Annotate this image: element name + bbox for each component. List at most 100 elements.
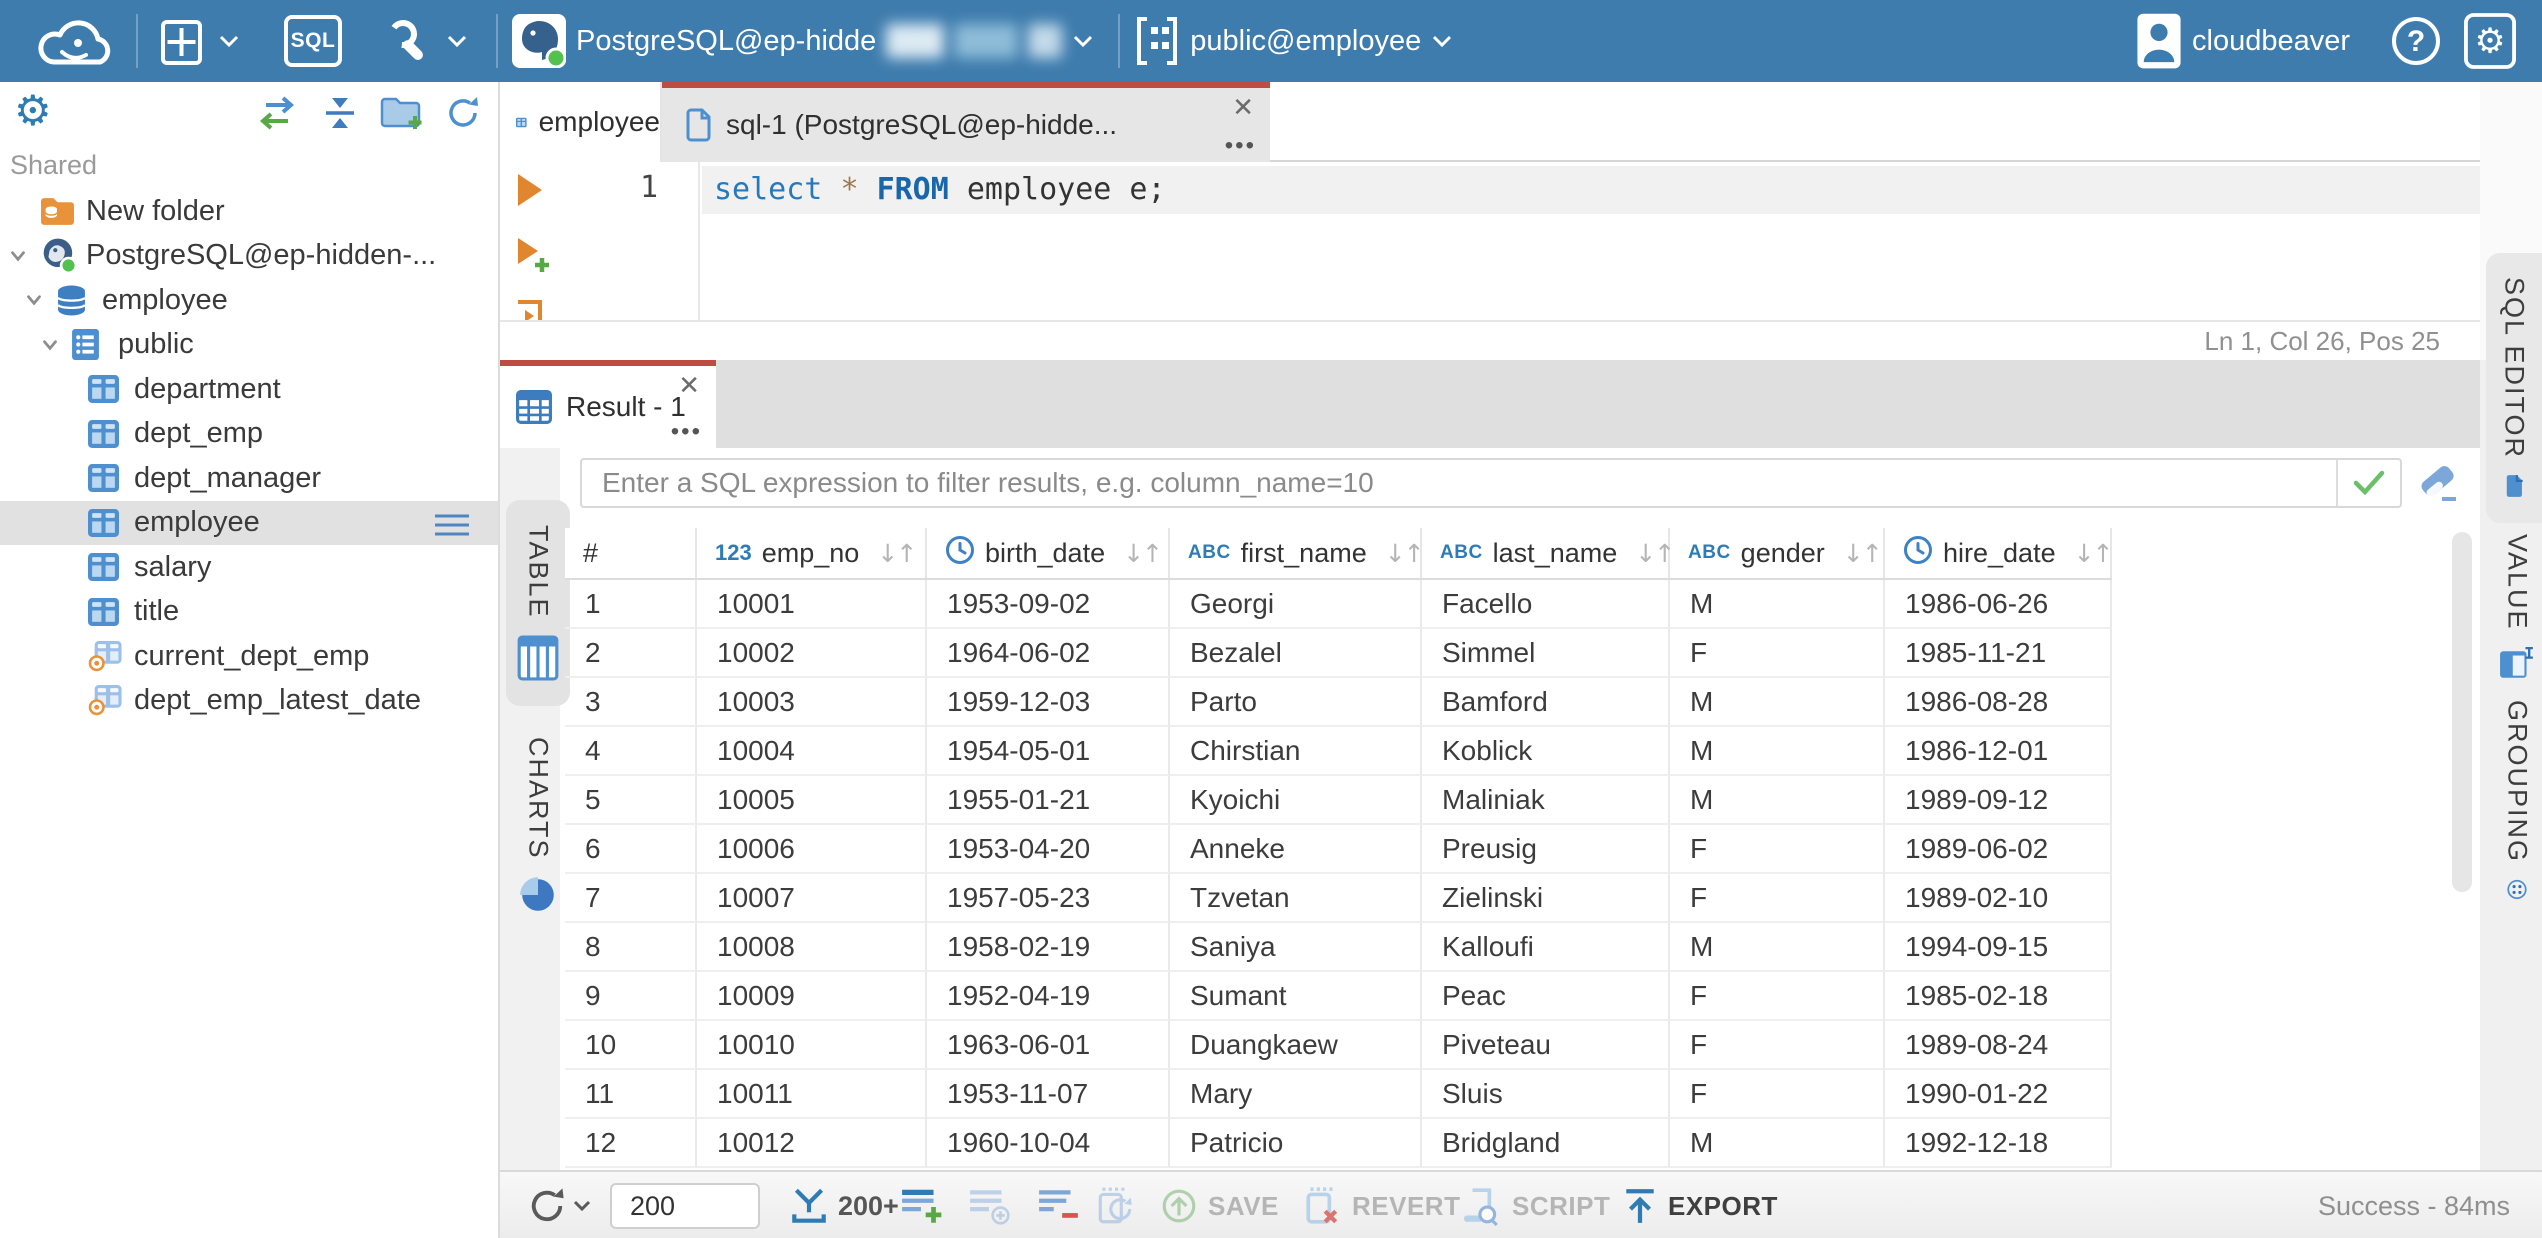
chevron-down-icon[interactable] [39, 334, 72, 356]
data-cell[interactable]: 1986-06-26 [1885, 580, 2112, 629]
tools-button[interactable] [382, 14, 468, 68]
data-cell[interactable]: 10010 [697, 1021, 927, 1070]
data-cell[interactable]: Preusig [1422, 825, 1670, 874]
data-cell[interactable]: Anneke [1170, 825, 1422, 874]
data-cell[interactable]: 1964-06-02 [927, 629, 1170, 678]
tree-item-title[interactable]: title [0, 590, 498, 635]
data-cell[interactable]: M [1670, 678, 1885, 727]
data-cell[interactable]: 1953-09-02 [927, 580, 1170, 629]
tab-employee[interactable]: employee [500, 82, 662, 162]
tree-item-employee[interactable]: employee [0, 500, 498, 546]
data-cell[interactable]: 1990-01-22 [1885, 1070, 2112, 1119]
tab-sql-editor-panel[interactable]: SQL EDITOR [2486, 253, 2542, 523]
sql-code-line[interactable]: select * FROM employee e; [714, 172, 1166, 207]
execute-in-new-tab-button[interactable] [514, 236, 554, 281]
sort-arrows-icon[interactable]: ↓↑ [1635, 539, 1675, 568]
revert-button[interactable]: REVERT [1302, 1172, 1460, 1238]
tab-grouping-panel[interactable]: GROUPING [2492, 700, 2542, 900]
data-cell[interactable]: M [1670, 776, 1885, 825]
open-sql-editor-button[interactable]: SQL [284, 15, 342, 67]
data-cell[interactable]: Peac [1422, 972, 1670, 1021]
tree-item-new-folder[interactable]: New folder [0, 189, 498, 234]
data-cell[interactable]: 1989-02-10 [1885, 874, 2112, 923]
tab-menu-icon[interactable]: ••• [1225, 132, 1256, 160]
sort-arrows-icon[interactable]: ↓↑ [1123, 539, 1163, 568]
data-cell[interactable]: F [1670, 1070, 1885, 1119]
data-cell[interactable]: M [1670, 923, 1885, 972]
data-cell[interactable]: F [1670, 874, 1885, 923]
data-cell[interactable]: Patricio [1170, 1119, 1422, 1168]
filter-input[interactable] [582, 460, 2334, 506]
data-cell[interactable]: Sluis [1422, 1070, 1670, 1119]
data-cell[interactable]: 1952-04-19 [927, 972, 1170, 1021]
tree-item-dept-emp-latest-date[interactable]: dept_emp_latest_date [0, 679, 498, 724]
data-cell[interactable]: Facello [1422, 580, 1670, 629]
data-cell[interactable]: Saniya [1170, 923, 1422, 972]
data-cell[interactable]: 1953-04-20 [927, 825, 1170, 874]
tab-table-view[interactable]: TABLE [506, 500, 570, 706]
help-button[interactable]: ? [2390, 15, 2442, 67]
tab-charts-view[interactable]: CHARTS [506, 726, 570, 926]
data-cell[interactable]: Sumant [1170, 972, 1422, 1021]
refresh-document-button[interactable] [1094, 1172, 1136, 1238]
execute-query-button[interactable] [514, 172, 544, 213]
data-cell[interactable]: Koblick [1422, 727, 1670, 776]
add-row-button[interactable] [900, 1172, 944, 1238]
tree-item-salary[interactable]: salary [0, 545, 498, 590]
data-cell[interactable]: Kyoichi [1170, 776, 1422, 825]
data-cell[interactable]: 10007 [697, 874, 927, 923]
clear-filter-button[interactable] [2416, 462, 2464, 511]
data-cell[interactable]: Kalloufi [1422, 923, 1670, 972]
tree-item-employee[interactable]: employee [0, 278, 498, 323]
data-cell[interactable]: Bamford [1422, 678, 1670, 727]
data-cell[interactable]: Simmel [1422, 629, 1670, 678]
data-cell[interactable]: 1954-05-01 [927, 727, 1170, 776]
data-cell[interactable]: 1985-02-18 [1885, 972, 2112, 1021]
chevron-down-icon[interactable] [7, 245, 40, 267]
tab-menu-icon[interactable]: ••• [671, 418, 702, 446]
data-cell[interactable]: 1989-08-24 [1885, 1021, 2112, 1070]
data-cell[interactable]: 10011 [697, 1070, 927, 1119]
data-cell[interactable]: 10004 [697, 727, 927, 776]
export-button[interactable]: EXPORT [1622, 1172, 1778, 1238]
data-cell[interactable]: 10008 [697, 923, 927, 972]
close-icon[interactable]: ✕ [678, 370, 700, 401]
data-cell[interactable]: Maliniak [1422, 776, 1670, 825]
data-cell[interactable]: Mary [1170, 1070, 1422, 1119]
apply-filter-button[interactable] [2336, 460, 2400, 506]
data-cell[interactable]: 10012 [697, 1119, 927, 1168]
column-header-last_name[interactable]: ABC last_name ↓↑ [1422, 528, 1675, 578]
tab-sql-editor[interactable]: sql-1 (PostgreSQL@ep-hidde... ✕ ••• [662, 82, 1270, 162]
tab-result-1[interactable]: Result - 1 ✕ ••• [500, 360, 716, 448]
navigator-settings-icon[interactable]: ⚙ [14, 90, 52, 132]
refresh-results-button[interactable] [526, 1172, 592, 1238]
data-cell[interactable]: F [1670, 825, 1885, 874]
tree-item-postgresql-ep-hidden-[interactable]: PostgreSQL@ep-hidden-... [0, 234, 498, 279]
grip-icon[interactable] [434, 512, 470, 546]
data-cell[interactable]: F [1670, 1021, 1885, 1070]
data-cell[interactable]: Chirstian [1170, 727, 1422, 776]
column-header-rownum[interactable]: # [565, 528, 697, 578]
new-object-button[interactable] [158, 13, 240, 69]
tree-item-public[interactable]: public [0, 323, 498, 368]
tree-item-department[interactable]: department [0, 367, 498, 412]
data-cell[interactable]: 10003 [697, 678, 927, 727]
data-cell[interactable]: Duangkaew [1170, 1021, 1422, 1070]
schema-selector[interactable]: public@employee [1134, 15, 1453, 67]
data-cell[interactable]: 10001 [697, 580, 927, 629]
connection-selector[interactable]: PostgreSQL@ep-hidde [512, 14, 1094, 68]
data-cell[interactable]: Piveteau [1422, 1021, 1670, 1070]
data-cell[interactable]: 1963-06-01 [927, 1021, 1170, 1070]
sort-arrows-icon[interactable]: ↓↑ [877, 539, 917, 568]
fetch-more-button[interactable]: 200+ [788, 1172, 899, 1238]
data-cell[interactable]: 1986-12-01 [1885, 727, 2112, 776]
user-menu[interactable]: cloudbeaver [2136, 12, 2350, 70]
sort-arrows-icon[interactable]: ↓↑ [1843, 539, 1883, 568]
data-cell[interactable]: Tzvetan [1170, 874, 1422, 923]
new-folder-icon[interactable] [380, 95, 424, 136]
data-cell[interactable]: F [1670, 972, 1885, 1021]
data-cell[interactable]: M [1670, 727, 1885, 776]
data-cell[interactable]: 1992-12-18 [1885, 1119, 2112, 1168]
data-cell[interactable]: 10009 [697, 972, 927, 1021]
sort-arrows-icon[interactable]: ↓↑ [2074, 539, 2114, 568]
